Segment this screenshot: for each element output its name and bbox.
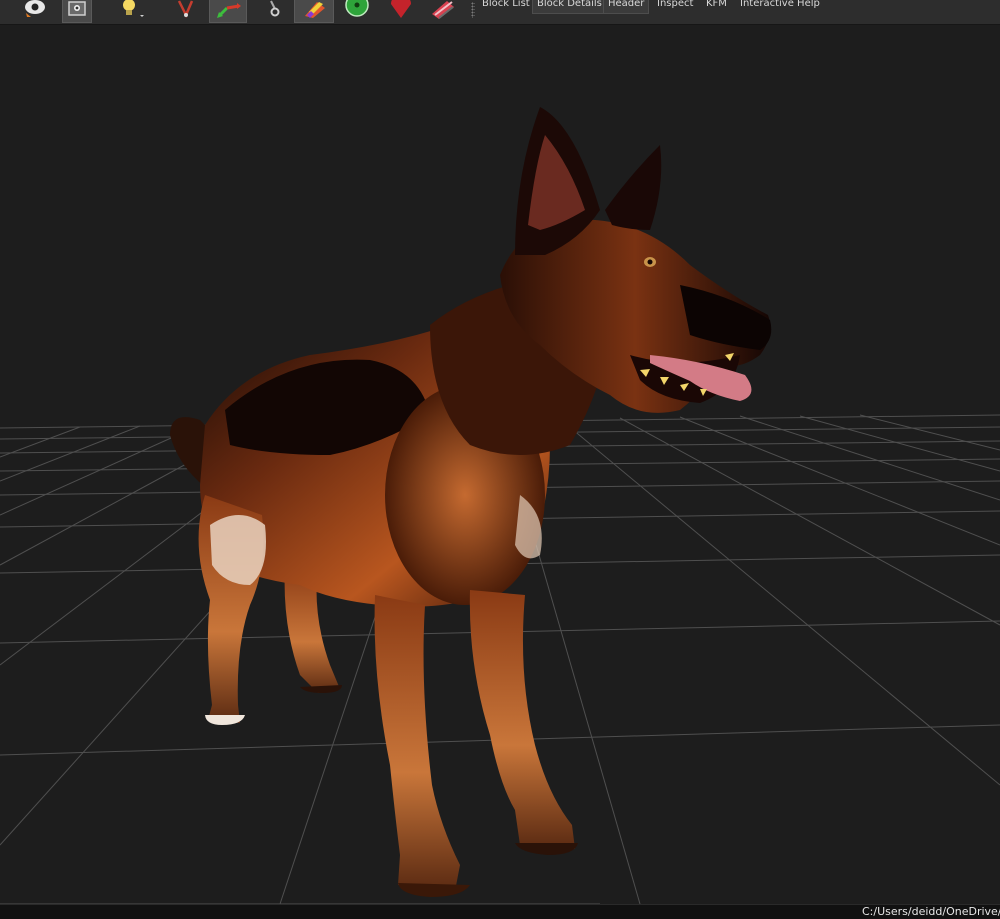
camera-icon[interactable] (62, 0, 92, 23)
status-bar: C:/Users/deidd/OneDrive/ (0, 904, 1000, 919)
view-icon[interactable] (20, 0, 50, 23)
menu-inspect[interactable]: Inspect (653, 0, 697, 13)
dog-model (170, 107, 772, 897)
collision-icon[interactable] (424, 0, 460, 23)
marker-icon[interactable] (386, 0, 416, 23)
render-viewport[interactable] (0, 25, 1000, 904)
menu-kfm[interactable]: KFM (702, 0, 731, 13)
file-path-label: C:/Users/deidd/OneDrive/ (862, 905, 1000, 918)
main-toolbar: Block List Block Details Header Inspect … (0, 0, 1000, 25)
menu-block-list[interactable]: Block List (478, 0, 534, 13)
select-vertex-icon[interactable] (170, 0, 200, 23)
light-icon[interactable] (116, 0, 146, 23)
transform-icon[interactable] (209, 0, 247, 23)
viewport-scene (0, 107, 1000, 904)
textures-icon[interactable] (294, 0, 334, 23)
menu-block-details[interactable]: Block Details (532, 0, 607, 14)
menu-header[interactable]: Header (603, 0, 650, 14)
toolbar-grip (471, 2, 475, 18)
menu-interactive-help[interactable]: Interactive Help (736, 0, 824, 13)
origin-icon[interactable] (342, 0, 372, 23)
pin-icon[interactable] (258, 0, 288, 23)
